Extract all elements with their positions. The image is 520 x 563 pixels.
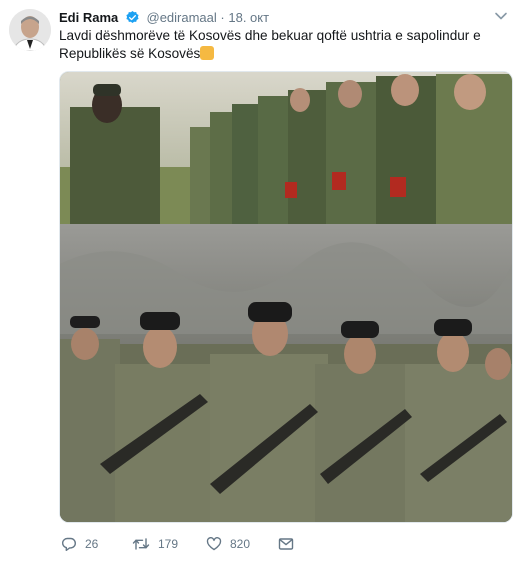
heart-icon <box>206 537 222 551</box>
author-handle[interactable]: @ediramaal <box>147 10 217 25</box>
tweet-text: Lavdi dëshmorëve të Kosovës dhe bekuar q… <box>59 27 504 63</box>
author-name[interactable]: Edi Rama <box>59 10 118 25</box>
tweet-date[interactable]: 18. окт <box>228 10 269 25</box>
chevron-down-icon[interactable] <box>494 9 508 23</box>
tweet-card[interactable]: Edi Rama @ediramaal · 18. окт Lavdi dësh… <box>0 0 520 563</box>
tweet-actions: 26 179 820 <box>59 535 519 553</box>
retweet-icon <box>132 538 150 550</box>
retweet-button[interactable]: 179 <box>132 535 178 553</box>
tweet-media[interactable] <box>59 71 513 523</box>
tweet-header: Edi Rama @ediramaal · 18. окт <box>59 9 269 29</box>
like-count: 820 <box>230 537 251 551</box>
direct-message-button[interactable] <box>278 535 294 553</box>
folded-hands-emoji <box>200 46 215 60</box>
reply-count: 26 <box>85 537 99 551</box>
media-photo-bottom[interactable] <box>60 224 512 522</box>
media-photo-top[interactable] <box>60 72 512 224</box>
mail-icon <box>278 538 294 550</box>
reply-button[interactable]: 26 <box>61 535 98 553</box>
tweet-text-body: Lavdi dëshmorëve të Kosovës dhe bekuar q… <box>59 28 481 61</box>
avatar[interactable] <box>9 9 51 51</box>
header-separator: · <box>220 10 225 25</box>
retweet-count: 179 <box>158 537 179 551</box>
reply-icon <box>61 537 76 551</box>
like-button[interactable]: 820 <box>206 535 250 553</box>
